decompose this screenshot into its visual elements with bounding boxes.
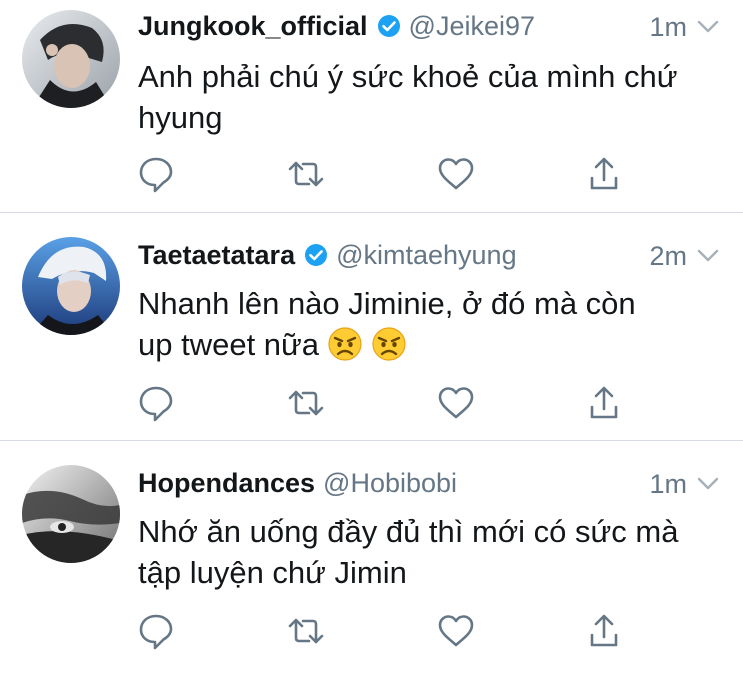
- tweet[interactable]: Taetaetatara @kimtaehyung 2m Nhanh lên n…: [0, 213, 743, 441]
- display-name[interactable]: Taetaetatara: [138, 240, 295, 271]
- chevron-down-icon[interactable]: [695, 243, 721, 269]
- tweet-text-line: tập luyện chứ Jimin: [138, 555, 407, 590]
- timestamp[interactable]: 1m: [649, 469, 687, 500]
- tweet[interactable]: Jungkook_official @Jeikei97 1m Anh phải …: [0, 0, 743, 213]
- tweet-header: Hopendances @Hobibobi: [138, 463, 723, 503]
- verified-badge-icon: [304, 243, 328, 267]
- avatar[interactable]: [22, 10, 120, 108]
- tweet-text: Nhanh lên nào Jiminie, ở đó mà còn up tw…: [138, 283, 703, 365]
- share-icon[interactable]: [584, 611, 624, 651]
- tweet-text-line: Nhớ ăn uống đầy đủ thì mới có sức mà: [138, 514, 679, 549]
- tweet-header: Jungkook_official @Jeikei97: [138, 6, 723, 46]
- tweet-text-segment: up tweet nữa: [138, 327, 320, 362]
- avatar[interactable]: [22, 465, 120, 563]
- user-handle[interactable]: @kimtaehyung: [336, 240, 517, 271]
- retweet-icon[interactable]: [286, 611, 326, 651]
- angry-face-emoji-icon: [371, 326, 407, 362]
- tweet[interactable]: Hopendances @Hobibobi 1m Nhớ ăn uống đầy…: [0, 441, 743, 695]
- retweet-icon[interactable]: [286, 383, 326, 423]
- heart-icon[interactable]: [436, 611, 476, 651]
- tweet-actions: [0, 383, 743, 427]
- user-handle[interactable]: @Jeikei97: [409, 11, 535, 42]
- tweet-text-line: Nhanh lên nào Jiminie, ở đó mà còn: [138, 286, 636, 321]
- display-name[interactable]: Jungkook_official: [138, 11, 368, 42]
- display-name[interactable]: Hopendances: [138, 468, 315, 499]
- tweet-header: Taetaetatara @kimtaehyung: [138, 235, 723, 275]
- timestamp[interactable]: 1m: [649, 12, 687, 43]
- tweet-actions: [0, 611, 743, 655]
- chevron-down-icon[interactable]: [695, 471, 721, 497]
- share-icon[interactable]: [584, 383, 624, 423]
- share-icon[interactable]: [584, 154, 624, 194]
- reply-icon[interactable]: [136, 383, 176, 423]
- heart-icon[interactable]: [436, 383, 476, 423]
- retweet-icon[interactable]: [286, 154, 326, 194]
- tweet-text-line: hyung: [138, 100, 223, 135]
- tweet-text: Nhớ ăn uống đầy đủ thì mới có sức mà tập…: [138, 511, 703, 593]
- tweet-text: Anh phải chú ý sức khoẻ của mình chứ hyu…: [138, 56, 703, 138]
- avatar[interactable]: [22, 237, 120, 335]
- tweet-text-line: Anh phải chú ý sức khoẻ của mình chứ: [138, 59, 678, 94]
- user-handle[interactable]: @Hobibobi: [323, 468, 457, 499]
- reply-icon[interactable]: [136, 611, 176, 651]
- tweet-actions: [0, 154, 743, 198]
- angry-face-emoji-icon: [327, 326, 363, 362]
- timestamp[interactable]: 2m: [649, 241, 687, 272]
- tweet-text-line: up tweet nữa: [138, 324, 703, 365]
- chevron-down-icon[interactable]: [695, 14, 721, 40]
- heart-icon[interactable]: [436, 154, 476, 194]
- verified-badge-icon: [377, 14, 401, 38]
- reply-icon[interactable]: [136, 154, 176, 194]
